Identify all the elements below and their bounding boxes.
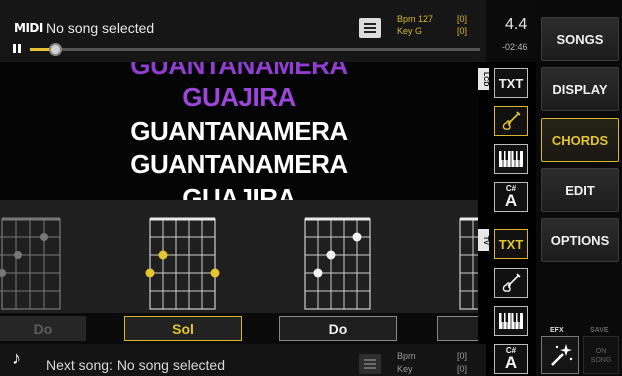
next-bpm-offset: [0] [457, 351, 468, 361]
chord-name-following[interactable] [437, 316, 478, 341]
piano-icon [499, 151, 523, 167]
key-label: Key G [397, 26, 423, 36]
chord-diagram-next: × > [459, 217, 478, 310]
efx-button[interactable] [541, 336, 579, 374]
lyric-line-current: GUAJIRA [182, 82, 296, 112]
playlist-button[interactable] [359, 18, 381, 38]
guitar-icon [502, 111, 521, 130]
next-key-label: Key [397, 364, 413, 374]
save-on-song-button[interactable]: ON SONG [583, 336, 619, 374]
tv-tab[interactable]: TV [478, 229, 489, 251]
song-title[interactable]: No song selected [46, 20, 154, 36]
finger-dot [210, 268, 220, 278]
list-icon [364, 23, 376, 33]
save-button-line1: ON [595, 348, 607, 355]
midi-logo: MIDI [14, 21, 43, 35]
music-note-icon: ♪ [12, 348, 21, 368]
finger-dot [40, 233, 48, 241]
lyric-line: GUANTANAMERA [130, 62, 348, 80]
chord-diagram-do-left: ○ ○ [0, 217, 61, 310]
chord-diagram-sol: ○ ○ ○ [145, 217, 220, 310]
time-remaining: -02:46 [502, 42, 528, 52]
efx-label: EFX [550, 327, 564, 334]
finger-dot [0, 269, 6, 277]
lyric-line: GUANTANAMERA [130, 116, 348, 146]
tv-txt-button[interactable]: TXT [494, 229, 528, 259]
time-signature: 4.4 [505, 16, 528, 33]
progress-track[interactable] [30, 48, 480, 51]
chord-name-next[interactable]: Do [279, 316, 397, 341]
list-icon [364, 359, 376, 369]
lcd-txt-button[interactable]: TXT [494, 68, 528, 98]
key-glyph: C# A [504, 185, 518, 210]
chord-diagram-do: × ○ ○ [304, 217, 371, 310]
lcd-guitar-button[interactable] [494, 106, 528, 136]
bpm-label: Bpm 127 [397, 14, 434, 24]
lyric-line: GUAJIRA [182, 183, 296, 200]
key-letter: A [504, 353, 518, 372]
lcd-key-button[interactable]: C# A [494, 182, 528, 212]
key-glyph: C# A [504, 347, 518, 372]
tv-keyboard-button[interactable] [494, 306, 528, 336]
display-button[interactable]: DISPLAY [541, 67, 619, 111]
lcd-tab[interactable]: LCD [478, 68, 489, 90]
key-letter: A [504, 191, 518, 210]
finger-dot [313, 268, 323, 278]
edit-button[interactable]: EDIT [541, 168, 619, 212]
pause-icon[interactable] [13, 44, 22, 53]
next-key-offset: [0] [457, 364, 468, 374]
finger-dot [326, 250, 336, 260]
finger-dot [158, 250, 168, 260]
options-button[interactable]: OPTIONS [541, 218, 619, 262]
magic-wand-icon [551, 344, 573, 366]
finger-dot [352, 232, 362, 242]
bpm-offset: [0] [457, 14, 468, 24]
piano-icon [499, 313, 523, 329]
tv-guitar-button[interactable] [494, 268, 528, 298]
save-button-line2: SONG [590, 357, 612, 364]
songs-button[interactable]: SONGS [541, 17, 619, 61]
key-offset: [0] [457, 26, 468, 36]
next-song-label[interactable]: Next song: No song selected [46, 357, 225, 373]
chord-name-previous[interactable]: Do [0, 316, 86, 341]
lcd-keyboard-button[interactable] [494, 144, 528, 174]
chord-strip[interactable] [0, 200, 478, 313]
finger-dot [145, 268, 155, 278]
tv-key-button[interactable]: C# A [494, 344, 528, 374]
finger-dot [14, 251, 22, 259]
lyrics-display[interactable]: GUANTANAMERA GUAJIRA GUANTANAMERA GUANTA… [0, 62, 478, 200]
progress-thumb[interactable] [48, 43, 62, 56]
chords-button[interactable]: CHORDS [541, 118, 619, 162]
next-playlist-button[interactable] [359, 354, 381, 374]
guitar-icon [502, 273, 521, 292]
lyric-line: GUANTANAMERA [130, 149, 348, 179]
save-label: SAVE [590, 327, 609, 334]
next-bpm-label: Bpm [397, 351, 416, 361]
chord-name-current[interactable]: Sol [124, 316, 242, 341]
